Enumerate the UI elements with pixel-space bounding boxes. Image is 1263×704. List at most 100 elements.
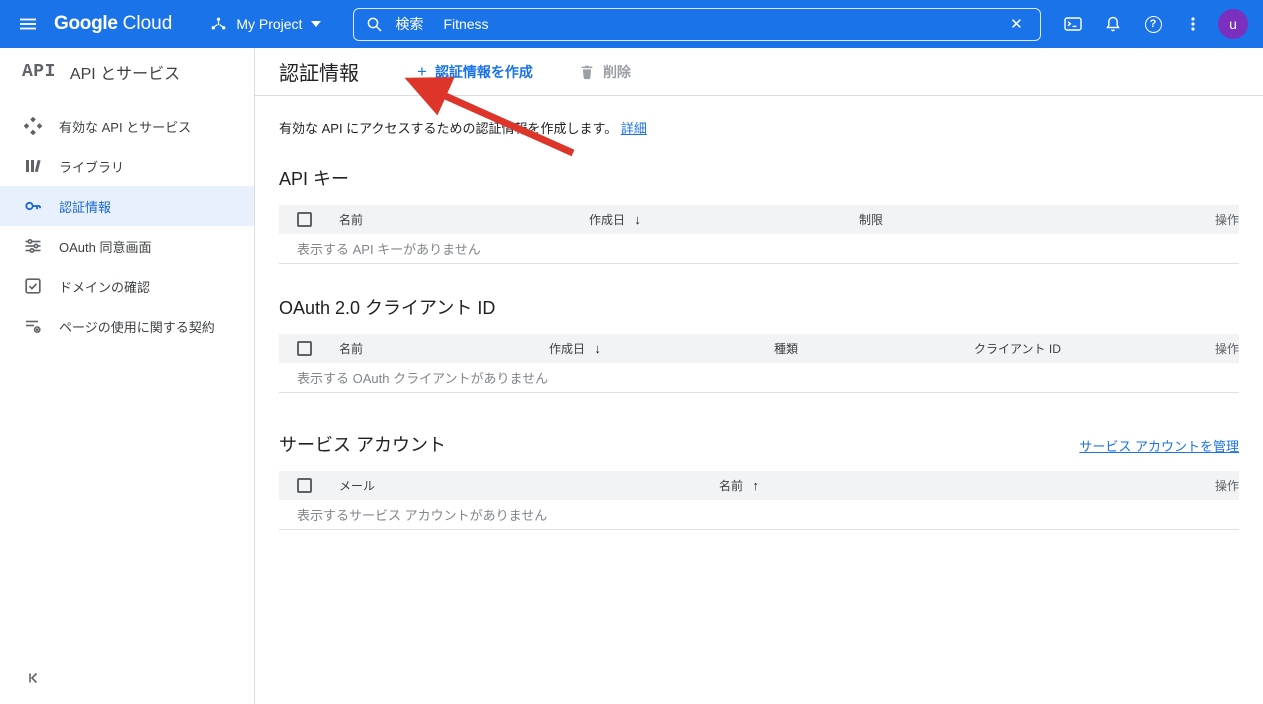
more-vertical-icon: [1191, 17, 1195, 31]
service-accounts-table-header: メール 名前 ↑ 操作: [279, 471, 1239, 500]
oauth-clients-table: 名前 作成日 ↓ 種類 クライアント ID 操作 表示する OAuth クライア…: [279, 334, 1239, 393]
project-selector[interactable]: My Project: [210, 16, 322, 33]
logo-google-text: Google: [54, 13, 118, 34]
intro-description: 有効な API にアクセスするための認証情報を作成します。: [279, 121, 618, 136]
api-keys-table-header: 名前 作成日 ↓ 制限 操作: [279, 205, 1239, 234]
column-header-created-label: 作成日: [549, 342, 586, 356]
library-icon: [24, 157, 42, 175]
sidebar-item-label: ライブラリ: [59, 159, 125, 175]
topbar: Google Cloud My Project 検索 Fitness ✕ ? u: [0, 0, 1263, 48]
api-keys-table: 名前 作成日 ↓ 制限 操作 表示する API キーがありません: [279, 205, 1239, 264]
hamburger-icon: [20, 18, 36, 30]
sidebar-title: API とサービス: [69, 66, 181, 83]
sidebar-item-library[interactable]: ライブラリ: [0, 146, 254, 186]
service-accounts-table: メール 名前 ↑ 操作 表示するサービス アカウントがありません: [279, 471, 1239, 530]
avatar: u: [1218, 9, 1248, 39]
column-header-name[interactable]: 名前: [339, 340, 549, 357]
page-header: 認証情報 + 認証情報を作成 削除: [255, 48, 1263, 96]
search-icon: [368, 17, 382, 32]
more-options-button[interactable]: [1173, 4, 1213, 44]
google-cloud-logo[interactable]: Google Cloud: [54, 13, 172, 35]
sort-desc-icon: ↓: [634, 212, 641, 227]
header-checkbox-cell: [279, 212, 339, 227]
page-title: 認証情報: [279, 63, 359, 85]
search-query[interactable]: Fitness: [443, 16, 488, 32]
sidebar-item-page-usage-agreements[interactable]: ページの使用に関する契約: [0, 306, 254, 346]
collapse-left-icon: [29, 672, 38, 684]
service-accounts-section-title: サービス アカウント: [279, 435, 447, 455]
create-credentials-button[interactable]: + 認証情報を作成: [417, 62, 533, 82]
account-button[interactable]: u: [1213, 4, 1253, 44]
sidebar-item-oauth-consent[interactable]: OAuth 同意画面: [0, 226, 254, 266]
service-accounts-section-header: サービス アカウント サービス アカウントを管理: [279, 431, 1239, 457]
project-icon: [211, 17, 226, 30]
domain-verification-icon: [24, 277, 42, 295]
sidebar-header: API API とサービス: [0, 48, 254, 96]
sidebar-item-label: ページの使用に関する契約: [59, 319, 215, 335]
api-product-logo: API: [22, 62, 56, 82]
column-header-name[interactable]: 名前 ↑: [719, 477, 1189, 494]
page-usage-agreements-icon: [24, 317, 42, 335]
select-all-checkbox[interactable]: [297, 341, 312, 356]
header-checkbox-cell: [279, 478, 339, 493]
search-clear-button[interactable]: ✕: [1004, 15, 1028, 33]
logo-cloud-text: Cloud: [122, 13, 173, 34]
sidebar-nav: 有効な API とサービス ライブラリ 認証情報 OAuth 同意画面 ドメイン…: [0, 96, 254, 346]
intro-text: 有効な API にアクセスするための認証情報を作成します。 詳細: [279, 118, 1239, 137]
trash-icon: [581, 65, 593, 79]
help-icon: ?: [1144, 15, 1162, 33]
api-keys-section-title: API キー: [279, 169, 350, 189]
column-header-created-label: 作成日: [589, 213, 626, 227]
column-header-client-id[interactable]: クライアント ID: [974, 340, 1189, 357]
sidebar-item-label: ドメインの確認: [59, 279, 151, 295]
sidebar-item-label: 有効な API とサービス: [59, 119, 192, 135]
search-label: 検索: [395, 16, 424, 32]
column-header-actions: 操作: [1214, 342, 1239, 356]
cloud-shell-button[interactable]: [1053, 4, 1093, 44]
search-bar[interactable]: 検索 Fitness ✕: [353, 7, 1042, 41]
oauth-empty-row: 表示する OAuth クライアントがありません: [279, 363, 1239, 393]
delete-label: 削除: [602, 63, 631, 80]
hamburger-menu-button[interactable]: [8, 4, 48, 44]
learn-more-link[interactable]: 詳細: [621, 121, 647, 136]
column-header-actions: 操作: [1214, 213, 1239, 227]
select-all-checkbox[interactable]: [297, 212, 312, 227]
oauth-consent-icon: [24, 237, 42, 255]
delete-button[interactable]: 削除: [579, 62, 631, 82]
manage-service-accounts-link[interactable]: サービス アカウントを管理: [1079, 436, 1239, 455]
oauth-table-header: 名前 作成日 ↓ 種類 クライアント ID 操作: [279, 334, 1239, 363]
notifications-button[interactable]: [1093, 4, 1133, 44]
sidebar-collapse-button[interactable]: [22, 666, 46, 690]
column-header-name-label: 名前: [719, 479, 744, 493]
select-all-checkbox[interactable]: [297, 478, 312, 493]
main-content: 認証情報 + 認証情報を作成 削除 有効な API にアクセスするための認証情報…: [255, 48, 1263, 704]
column-header-type[interactable]: 種類: [774, 340, 974, 357]
column-header-restrictions[interactable]: 制限: [859, 211, 1189, 228]
key-icon: [24, 197, 42, 215]
sidebar: API API とサービス 有効な API とサービス ライブラリ 認証情報 O…: [0, 48, 255, 704]
project-name: My Project: [236, 16, 303, 32]
content-area: 有効な API にアクセスするための認証情報を作成します。 詳細 API キー …: [255, 96, 1263, 530]
column-header-name[interactable]: 名前: [339, 211, 589, 228]
oauth-section-title: OAuth 2.0 クライアント ID: [279, 298, 496, 318]
sidebar-item-label: 認証情報: [59, 199, 112, 215]
column-header-actions: 操作: [1214, 479, 1239, 493]
sidebar-item-label: OAuth 同意画面: [59, 239, 152, 255]
column-header-created[interactable]: 作成日 ↓: [549, 340, 774, 357]
sort-desc-icon: ↓: [594, 341, 601, 356]
api-keys-empty-row: 表示する API キーがありません: [279, 234, 1239, 264]
chevron-down-icon: [311, 21, 322, 27]
sort-asc-icon: ↑: [752, 478, 759, 493]
sidebar-item-enabled-apis[interactable]: 有効な API とサービス: [0, 106, 254, 146]
sidebar-item-credentials[interactable]: 認証情報: [0, 186, 254, 226]
enabled-apis-icon: [24, 117, 42, 135]
plus-icon: +: [417, 61, 427, 81]
sidebar-item-domain-verification[interactable]: ドメインの確認: [0, 266, 254, 306]
bell-icon: [1106, 16, 1120, 32]
create-credentials-label: 認証情報を作成: [434, 63, 533, 80]
header-checkbox-cell: [279, 341, 339, 356]
column-header-email[interactable]: メール: [339, 477, 719, 494]
service-accounts-empty-row: 表示するサービス アカウントがありません: [279, 500, 1239, 530]
help-button[interactable]: ?: [1133, 4, 1173, 44]
column-header-created[interactable]: 作成日 ↓: [589, 211, 859, 228]
